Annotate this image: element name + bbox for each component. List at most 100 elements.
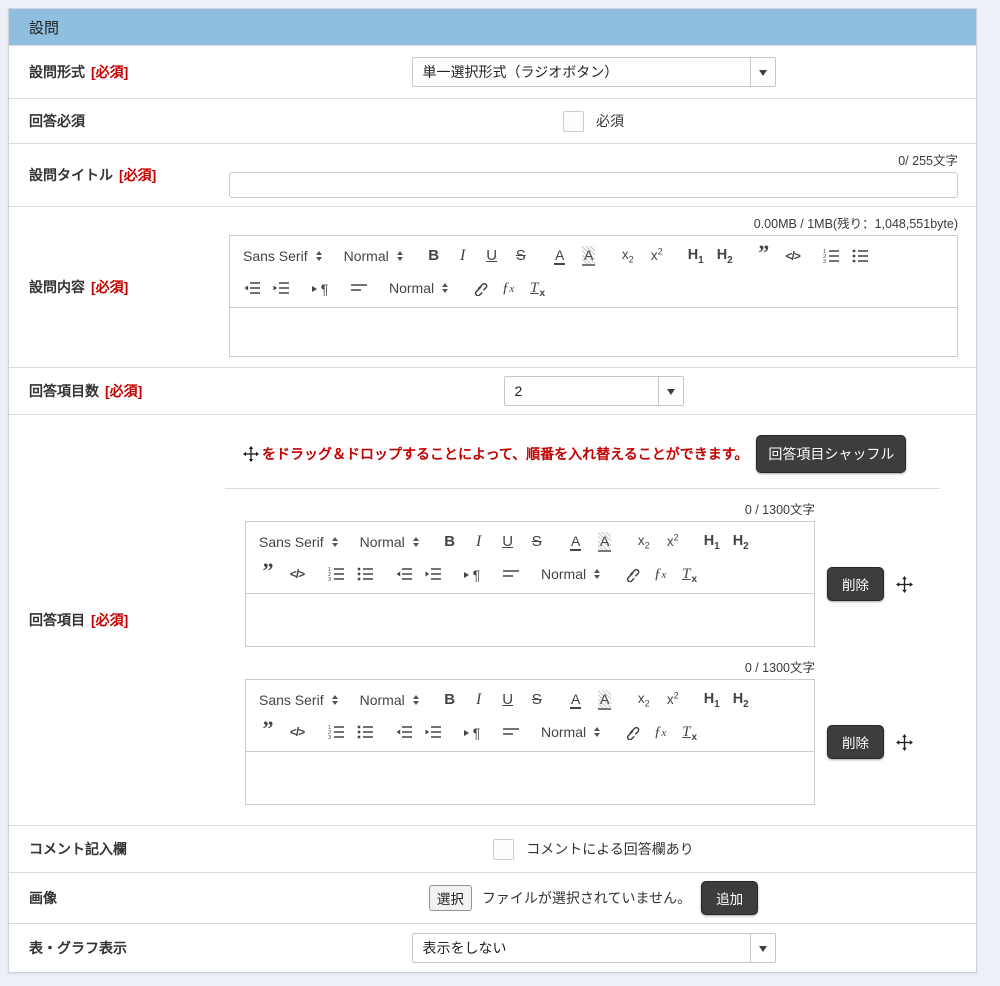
heading-select[interactable]: Normal — [357, 692, 422, 708]
header-2-button[interactable]: H2 — [729, 529, 753, 554]
question-title-input[interactable] — [229, 172, 958, 198]
text-color-button[interactable]: A — [548, 243, 572, 268]
clean-button[interactable]: Tx — [677, 719, 701, 744]
link-button[interactable] — [467, 275, 491, 300]
underline-button[interactable]: U — [496, 687, 520, 712]
strike-button[interactable]: S — [509, 243, 533, 268]
align-button[interactable] — [347, 275, 371, 300]
bold-button[interactable]: B — [438, 529, 462, 554]
graph-display-select[interactable]: 表示をしない — [412, 933, 776, 963]
outdent-button[interactable] — [392, 719, 416, 744]
move-handle[interactable] — [896, 576, 913, 593]
bullet-list-button[interactable] — [849, 243, 873, 268]
code-block-button[interactable]: </> — [781, 243, 805, 268]
question-content-editor-body[interactable] — [230, 308, 957, 356]
italic-button[interactable]: I — [467, 529, 491, 554]
bullet-list-icon — [357, 566, 374, 582]
answer-required-checkbox-label: 必須 — [596, 111, 624, 131]
direction-icon: ¶ — [464, 723, 481, 741]
answer-item-editor-body[interactable] — [246, 594, 814, 646]
italic-button[interactable]: I — [451, 243, 475, 268]
italic-button[interactable]: I — [467, 687, 491, 712]
text-color-button[interactable]: A — [564, 687, 588, 712]
underline-button[interactable]: U — [496, 529, 520, 554]
delete-item-button[interactable]: 削除 — [827, 725, 884, 759]
bold-button[interactable]: B — [438, 687, 462, 712]
graph-display-dropdown-button[interactable] — [750, 934, 775, 962]
formula-icon: ƒx — [502, 279, 514, 297]
italic-icon: I — [460, 247, 465, 265]
text-color-button[interactable]: A — [564, 529, 588, 554]
outdent-button[interactable] — [240, 275, 264, 300]
header-1-button[interactable]: H1 — [700, 529, 724, 554]
file-select-button[interactable]: 選択 — [429, 885, 472, 911]
underline-button[interactable]: U — [480, 243, 504, 268]
question-format-dropdown-button[interactable] — [750, 58, 775, 86]
answer-required-checkbox[interactable] — [563, 111, 584, 132]
add-image-button[interactable]: 追加 — [701, 881, 758, 915]
font-select[interactable]: Sans Serif — [256, 692, 341, 708]
background-color-button[interactable]: A — [577, 243, 601, 268]
shuffle-items-button[interactable]: 回答項目シャッフル — [756, 435, 906, 473]
strike-button[interactable]: S — [525, 529, 549, 554]
align-button[interactable] — [499, 561, 523, 586]
heading-select[interactable]: Normal — [357, 534, 422, 550]
formula-button[interactable]: ƒx — [648, 561, 672, 586]
direction-button[interactable]: ¶ — [460, 561, 484, 586]
header-1-button[interactable]: H1 — [700, 687, 724, 712]
svg-text:3: 3 — [823, 259, 826, 264]
align-button[interactable] — [499, 719, 523, 744]
indent-button[interactable] — [421, 719, 445, 744]
header-1-button[interactable]: H1 — [684, 243, 708, 268]
indent-button[interactable] — [421, 561, 445, 586]
direction-button[interactable]: ¶ — [460, 719, 484, 744]
align-icon — [503, 566, 520, 582]
font-select[interactable]: Sans Serif — [240, 248, 325, 264]
superscript-button[interactable]: x2 — [661, 687, 685, 712]
answer-item-editor-body[interactable] — [246, 752, 814, 804]
subscript-button[interactable]: x2 — [632, 529, 656, 554]
blockquote-button[interactable]: ” — [256, 719, 280, 744]
bullet-list-button[interactable] — [353, 561, 377, 586]
comment-checkbox[interactable] — [493, 839, 514, 860]
subscript-button[interactable]: x2 — [616, 243, 640, 268]
question-format-select[interactable]: 単一選択形式（ラジオボタン） — [412, 57, 776, 87]
subscript-button[interactable]: x2 — [632, 687, 656, 712]
outdent-button[interactable] — [392, 561, 416, 586]
link-button[interactable] — [619, 561, 643, 586]
ordered-list-button[interactable]: 123 — [324, 719, 348, 744]
lineheight-select[interactable]: Normal — [538, 566, 603, 582]
superscript-button[interactable]: x2 — [661, 529, 685, 554]
text-color-icon: A — [554, 247, 565, 265]
section-header: 設問 — [9, 9, 976, 45]
clean-button[interactable]: Tx — [525, 275, 549, 300]
lineheight-select[interactable]: Normal — [538, 724, 603, 740]
bullet-list-button[interactable] — [353, 719, 377, 744]
clean-button[interactable]: Tx — [677, 561, 701, 586]
background-color-button[interactable]: A — [593, 687, 617, 712]
move-handle[interactable] — [896, 734, 913, 751]
font-select[interactable]: Sans Serif — [256, 534, 341, 550]
answer-item-count-select[interactable]: 2 — [504, 376, 684, 406]
formula-button[interactable]: ƒx — [648, 719, 672, 744]
link-button[interactable] — [619, 719, 643, 744]
code-block-button[interactable]: </> — [285, 719, 309, 744]
heading-select[interactable]: Normal — [341, 248, 406, 264]
ordered-list-button[interactable]: 123 — [820, 243, 844, 268]
lineheight-select[interactable]: Normal — [386, 280, 451, 296]
background-color-button[interactable]: A — [593, 529, 617, 554]
blockquote-button[interactable]: ” — [256, 561, 280, 586]
ordered-list-button[interactable]: 123 — [324, 561, 348, 586]
formula-button[interactable]: ƒx — [496, 275, 520, 300]
superscript-button[interactable]: x2 — [645, 243, 669, 268]
bold-button[interactable]: B — [422, 243, 446, 268]
blockquote-button[interactable]: ” — [752, 243, 776, 268]
header-2-button[interactable]: H2 — [713, 243, 737, 268]
indent-button[interactable] — [269, 275, 293, 300]
answer-item-count-dropdown-button[interactable] — [658, 377, 683, 405]
direction-button[interactable]: ¶ — [308, 275, 332, 300]
delete-item-button[interactable]: 削除 — [827, 567, 884, 601]
code-block-button[interactable]: </> — [285, 561, 309, 586]
strike-button[interactable]: S — [525, 687, 549, 712]
header-2-button[interactable]: H2 — [729, 687, 753, 712]
